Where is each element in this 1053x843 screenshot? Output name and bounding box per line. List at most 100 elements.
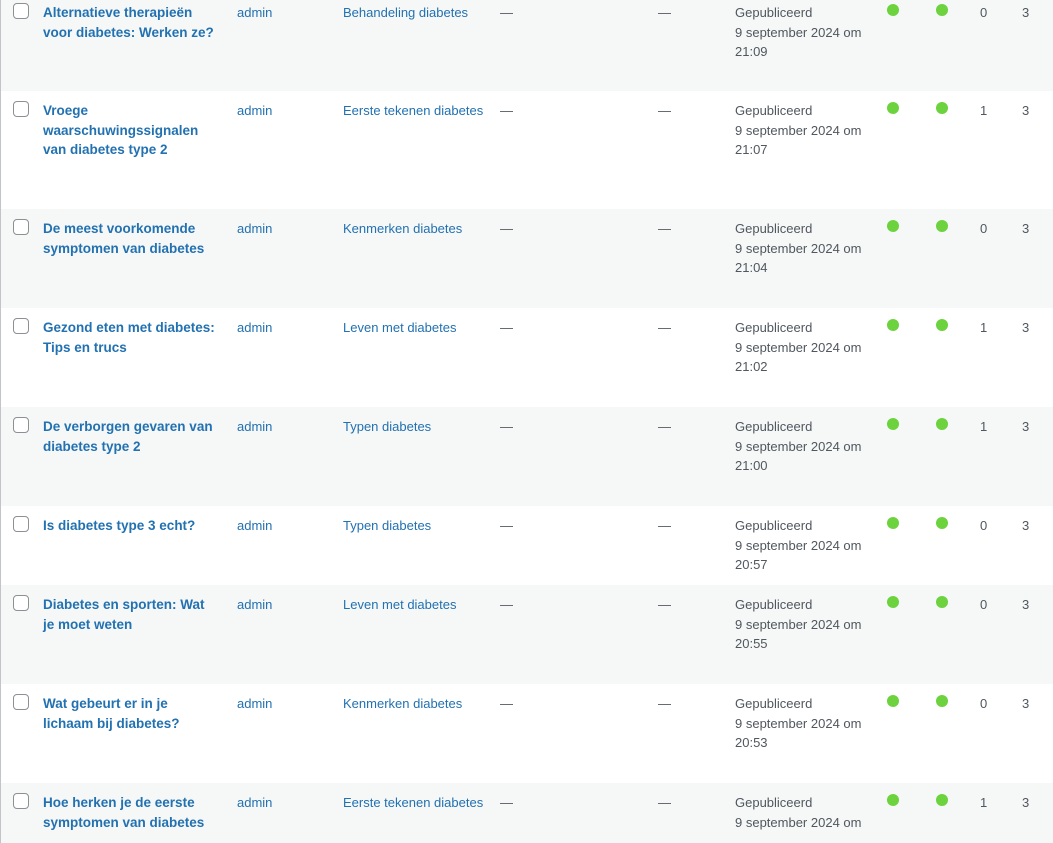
post-status: Gepubliceerd [735, 696, 813, 711]
author-link[interactable]: admin [237, 694, 272, 714]
seo-score-icon [887, 102, 899, 114]
outgoing-links-count: 3 [1022, 597, 1030, 612]
row-checkbox[interactable] [13, 793, 29, 809]
row-checkbox[interactable] [13, 318, 29, 334]
comments-value: — [658, 795, 671, 810]
row-checkbox[interactable] [13, 595, 29, 611]
row-checkbox[interactable] [13, 219, 29, 235]
comments-value: — [658, 696, 671, 711]
table-row: Diabetes en sporten: Wat je moet weten a… [1, 585, 1053, 684]
tags-value: — [500, 795, 513, 810]
post-title-link[interactable]: Is diabetes type 3 echt? [43, 516, 223, 536]
comments-value: — [658, 597, 671, 612]
publish-date: Gepubliceerd 9 september 2024 om 20:55 [735, 595, 875, 654]
date-value: 9 september 2024 om [735, 814, 862, 830]
date-value: 9 september 2024 om 21:07 [735, 122, 862, 158]
seo-score-icon [887, 695, 899, 707]
post-title-link[interactable]: Hoe herken je de eerste symptomen van di… [43, 793, 213, 832]
publish-date: Gepubliceerd 9 september 2024 om [735, 793, 875, 832]
seo-score-icon [887, 596, 899, 608]
tags-value: — [500, 696, 513, 711]
row-checkbox[interactable] [13, 101, 29, 117]
date-value: 9 september 2024 om 21:09 [735, 24, 862, 60]
category-link[interactable]: Leven met diabetes [343, 595, 456, 615]
incoming-links-count: 0 [980, 5, 988, 20]
readability-score-icon [936, 319, 948, 331]
comments-value: — [658, 103, 671, 118]
category-link[interactable]: Eerste tekenen diabetes [343, 101, 483, 121]
row-checkbox[interactable] [13, 3, 29, 19]
outgoing-links-count: 3 [1022, 696, 1030, 711]
category-link[interactable]: Kenmerken diabetes [343, 694, 462, 714]
post-title-link[interactable]: De meest voorkomende symptomen van diabe… [43, 219, 223, 258]
date-value: 9 september 2024 om 21:02 [735, 339, 862, 375]
incoming-links-count: 1 [980, 419, 988, 434]
publish-date: Gepubliceerd 9 september 2024 om 21:00 [735, 417, 875, 476]
tags-value: — [500, 597, 513, 612]
publish-date: Gepubliceerd 9 september 2024 om 21:09 [735, 3, 875, 62]
author-link[interactable]: admin [237, 219, 272, 239]
post-title-link[interactable]: Vroege waarschuwingssignalen van diabete… [43, 101, 203, 160]
post-status: Gepubliceerd [735, 320, 813, 335]
author-link[interactable]: admin [237, 318, 272, 338]
post-title-link[interactable]: De verborgen gevaren van diabetes type 2 [43, 417, 223, 456]
publish-date: Gepubliceerd 9 september 2024 om 20:57 [735, 516, 875, 575]
post-title-link[interactable]: Gezond eten met diabetes: Tips en trucs [43, 318, 223, 357]
readability-score-icon [936, 418, 948, 430]
row-checkbox[interactable] [13, 694, 29, 710]
table-row: Vroege waarschuwingssignalen van diabete… [1, 91, 1053, 209]
incoming-links-count: 0 [980, 696, 988, 711]
post-title-link[interactable]: Diabetes en sporten: Wat je moet weten [43, 595, 213, 634]
outgoing-links-count: 3 [1022, 103, 1030, 118]
date-value: 9 september 2024 om 21:00 [735, 438, 862, 474]
post-status: Gepubliceerd [735, 795, 813, 810]
tags-value: — [500, 5, 513, 20]
readability-score-icon [936, 596, 948, 608]
comments-value: — [658, 5, 671, 20]
category-link[interactable]: Typen diabetes [343, 417, 431, 437]
category-link[interactable]: Eerste tekenen diabetes [343, 793, 483, 813]
seo-score-icon [887, 517, 899, 529]
comments-value: — [658, 320, 671, 335]
author-link[interactable]: admin [237, 516, 272, 536]
post-status: Gepubliceerd [735, 597, 813, 612]
date-value: 9 september 2024 om 20:55 [735, 616, 862, 652]
outgoing-links-count: 3 [1022, 518, 1030, 533]
table-row: De meest voorkomende symptomen van diabe… [1, 209, 1053, 308]
comments-value: — [658, 518, 671, 533]
comments-value: — [658, 221, 671, 236]
incoming-links-count: 1 [980, 320, 988, 335]
author-link[interactable]: admin [237, 417, 272, 437]
category-link[interactable]: Kenmerken diabetes [343, 219, 462, 239]
category-link[interactable]: Typen diabetes [343, 516, 431, 536]
table-row: De verborgen gevaren van diabetes type 2… [1, 407, 1053, 506]
table-row: Wat gebeurt er in je lichaam bij diabete… [1, 684, 1053, 783]
author-link[interactable]: admin [237, 793, 272, 813]
posts-table: Alternatieve therapieën voor diabetes: W… [0, 0, 1053, 843]
row-checkbox[interactable] [13, 516, 29, 532]
post-title-link[interactable]: Alternatieve therapieën voor diabetes: W… [43, 3, 223, 42]
table-row: Hoe herken je de eerste symptomen van di… [1, 783, 1053, 843]
author-link[interactable]: admin [237, 3, 272, 23]
author-link[interactable]: admin [237, 101, 272, 121]
readability-score-icon [936, 517, 948, 529]
seo-score-icon [887, 319, 899, 331]
author-link[interactable]: admin [237, 595, 272, 615]
category-link[interactable]: Behandeling diabetes [343, 3, 468, 23]
seo-score-icon [887, 794, 899, 806]
category-link[interactable]: Leven met diabetes [343, 318, 456, 338]
readability-score-icon [936, 695, 948, 707]
post-title-link[interactable]: Wat gebeurt er in je lichaam bij diabete… [43, 694, 193, 733]
readability-score-icon [936, 794, 948, 806]
outgoing-links-count: 3 [1022, 5, 1030, 20]
outgoing-links-count: 3 [1022, 419, 1030, 434]
table-row: Alternatieve therapieën voor diabetes: W… [1, 0, 1053, 91]
row-checkbox[interactable] [13, 417, 29, 433]
publish-date: Gepubliceerd 9 september 2024 om 20:53 [735, 694, 875, 753]
incoming-links-count: 0 [980, 518, 988, 533]
incoming-links-count: 0 [980, 221, 988, 236]
incoming-links-count: 0 [980, 597, 988, 612]
tags-value: — [500, 419, 513, 434]
table-row: Gezond eten met diabetes: Tips en trucs … [1, 308, 1053, 407]
outgoing-links-count: 3 [1022, 221, 1030, 236]
